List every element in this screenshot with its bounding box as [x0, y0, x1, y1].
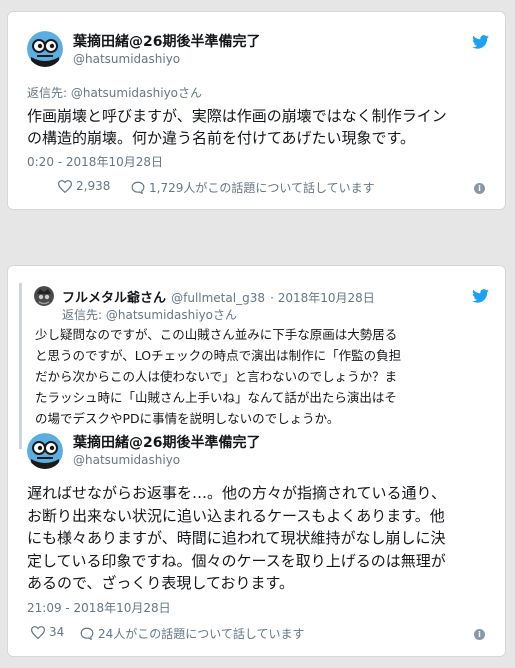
comment-icon [131, 181, 145, 194]
text-line: 作画崩壊と呼びますが、実際は作画の崩壊ではなく制作ライン [27, 107, 447, 125]
quoted-handle[interactable]: @fullmetal_g38 [171, 291, 265, 305]
text-line: 遅ればせながらお返事を…。他の方々が指摘されている通り、 [27, 484, 446, 502]
twitter-bird-icon[interactable] [472, 289, 489, 303]
info-icon[interactable]: i [474, 183, 485, 194]
twitter-bird-icon[interactable] [472, 35, 489, 49]
text-line: たラッシュ時に「山賊さん上手いね」なんて話が出たら演出はそ [35, 390, 397, 405]
text-line: にも様々ありますが、時間に追われて現状維持がなし崩しに決 [27, 529, 446, 547]
text-line: あるので、ざっくり表現しております。 [27, 574, 295, 592]
display-name[interactable]: 葉摘田緒@26期後半準備完了 [73, 31, 260, 51]
talking-link[interactable]: 24人がこの話題について話しています [80, 625, 305, 642]
text-line: と思うのですが、LOチェックの時点で演出は制作に「作監の負担 [35, 348, 402, 363]
reply-handle[interactable]: @hatsumidashiyoさん [71, 86, 202, 100]
reply-prefix: 返信先: [27, 86, 71, 100]
avatar[interactable] [27, 31, 63, 67]
like-button[interactable]: 34 [31, 625, 64, 639]
timestamp[interactable]: 0:20 - 2018年10月28日 [27, 153, 163, 170]
reply-handle[interactable]: @hatsumidashiyoさん [106, 308, 237, 322]
reply-prefix: 返信先: [62, 308, 106, 322]
timestamp[interactable]: 21:09 - 2018年10月28日 [27, 599, 171, 616]
user-handle[interactable]: @hatsumidashiyo [73, 52, 180, 66]
text-line: の場でデスクやPDに事情を説明しないのでしょうか。 [35, 411, 340, 426]
tweet-text: 遅ればせながらお返事を…。他の方々が指摘されている通り、 お断り出来ない状況に追… [27, 482, 446, 595]
quoted-reply-to: 返信先: @hatsumidashiyoさん [62, 306, 237, 323]
quote-bar [19, 283, 22, 449]
reply-to: 返信先: @hatsumidashiyoさん [27, 84, 202, 101]
like-count: 34 [49, 625, 65, 639]
tweet-text: 作画崩壊と呼びますが、実際は作画の崩壊ではなく制作ライン の構造的崩壊。何か違う… [27, 105, 447, 149]
info-icon[interactable]: i [474, 629, 485, 640]
comment-icon [80, 627, 94, 640]
text-line: 少し疑問なのですが、この山賊さん並みに下手な原画は大勢居る [35, 327, 398, 342]
quoted-display-name[interactable]: フルメタル爺さん [62, 291, 166, 306]
avatar[interactable] [27, 433, 63, 469]
talking-count: 24人がこの話題について話しています [98, 627, 305, 641]
like-button[interactable]: 2,938 [58, 179, 110, 193]
quoted-text: 少し疑問なのですが、この山賊さん並みに下手な原画は大勢居る と思うのですが、LO… [35, 324, 401, 429]
talking-link[interactable]: 1,729人がこの話題について話しています [131, 179, 375, 196]
tweet-card-1: 葉摘田緒@26期後半準備完了 @hatsumidashiyo 返信先: @hat… [7, 11, 506, 210]
avatar[interactable] [34, 286, 54, 306]
user-handle[interactable]: @hatsumidashiyo [73, 453, 180, 467]
tweet-card-2: フルメタル爺さん @fullmetal_g38 · 2018年10月28日 返信… [7, 265, 506, 657]
heart-icon [31, 625, 45, 639]
text-line: だから次からこの人は使わないで」と言わないのでしょうか？ま [35, 369, 398, 384]
like-count: 2,938 [76, 179, 111, 193]
text-line: の構造的崩壊。何か違う名前を付けてあげたい現象です。 [27, 129, 416, 147]
display-name[interactable]: 葉摘田緒@26期後半準備完了 [73, 432, 260, 452]
text-line: 定している印象ですね。個々のケースを取り上げるのは無理が [27, 551, 446, 570]
text-line: お断り出来ない状況に追い込まれるケースもよくあります。他 [27, 506, 445, 525]
quoted-date[interactable]: · 2018年10月28日 [270, 291, 375, 305]
heart-icon [58, 179, 72, 193]
talking-count: 1,729人がこの話題について話しています [149, 181, 375, 195]
quoted-header: フルメタル爺さん @fullmetal_g38 · 2018年10月28日 [62, 287, 375, 306]
